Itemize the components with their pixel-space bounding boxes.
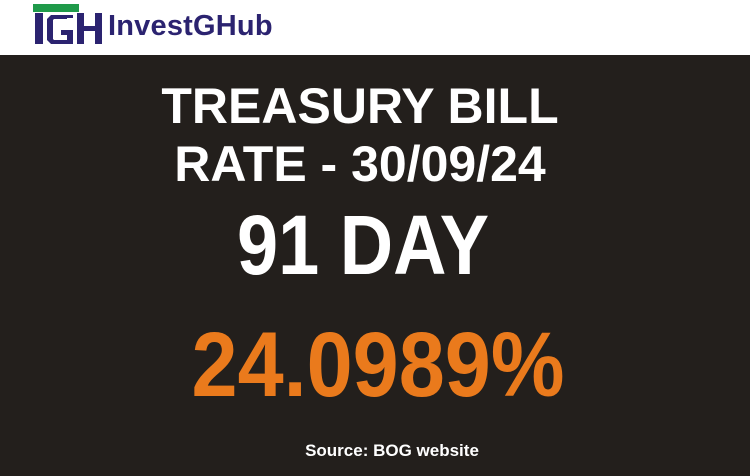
title-line-1: TREASURY BILL <box>161 78 559 134</box>
brand-name: InvestGHub <box>108 10 273 42</box>
igh-logo-icon <box>33 4 102 44</box>
tenor-label: 91 DAY <box>236 198 490 292</box>
title-line-2: RATE - 30/09/24 <box>174 136 546 192</box>
rate-value: 24.0989% <box>191 314 565 416</box>
rate-panel: TREASURY BILL RATE - 30/09/24 91 DAY 24.… <box>0 55 750 476</box>
header: InvestGHub <box>0 0 750 55</box>
source-note: Source: BOG website <box>305 441 479 460</box>
